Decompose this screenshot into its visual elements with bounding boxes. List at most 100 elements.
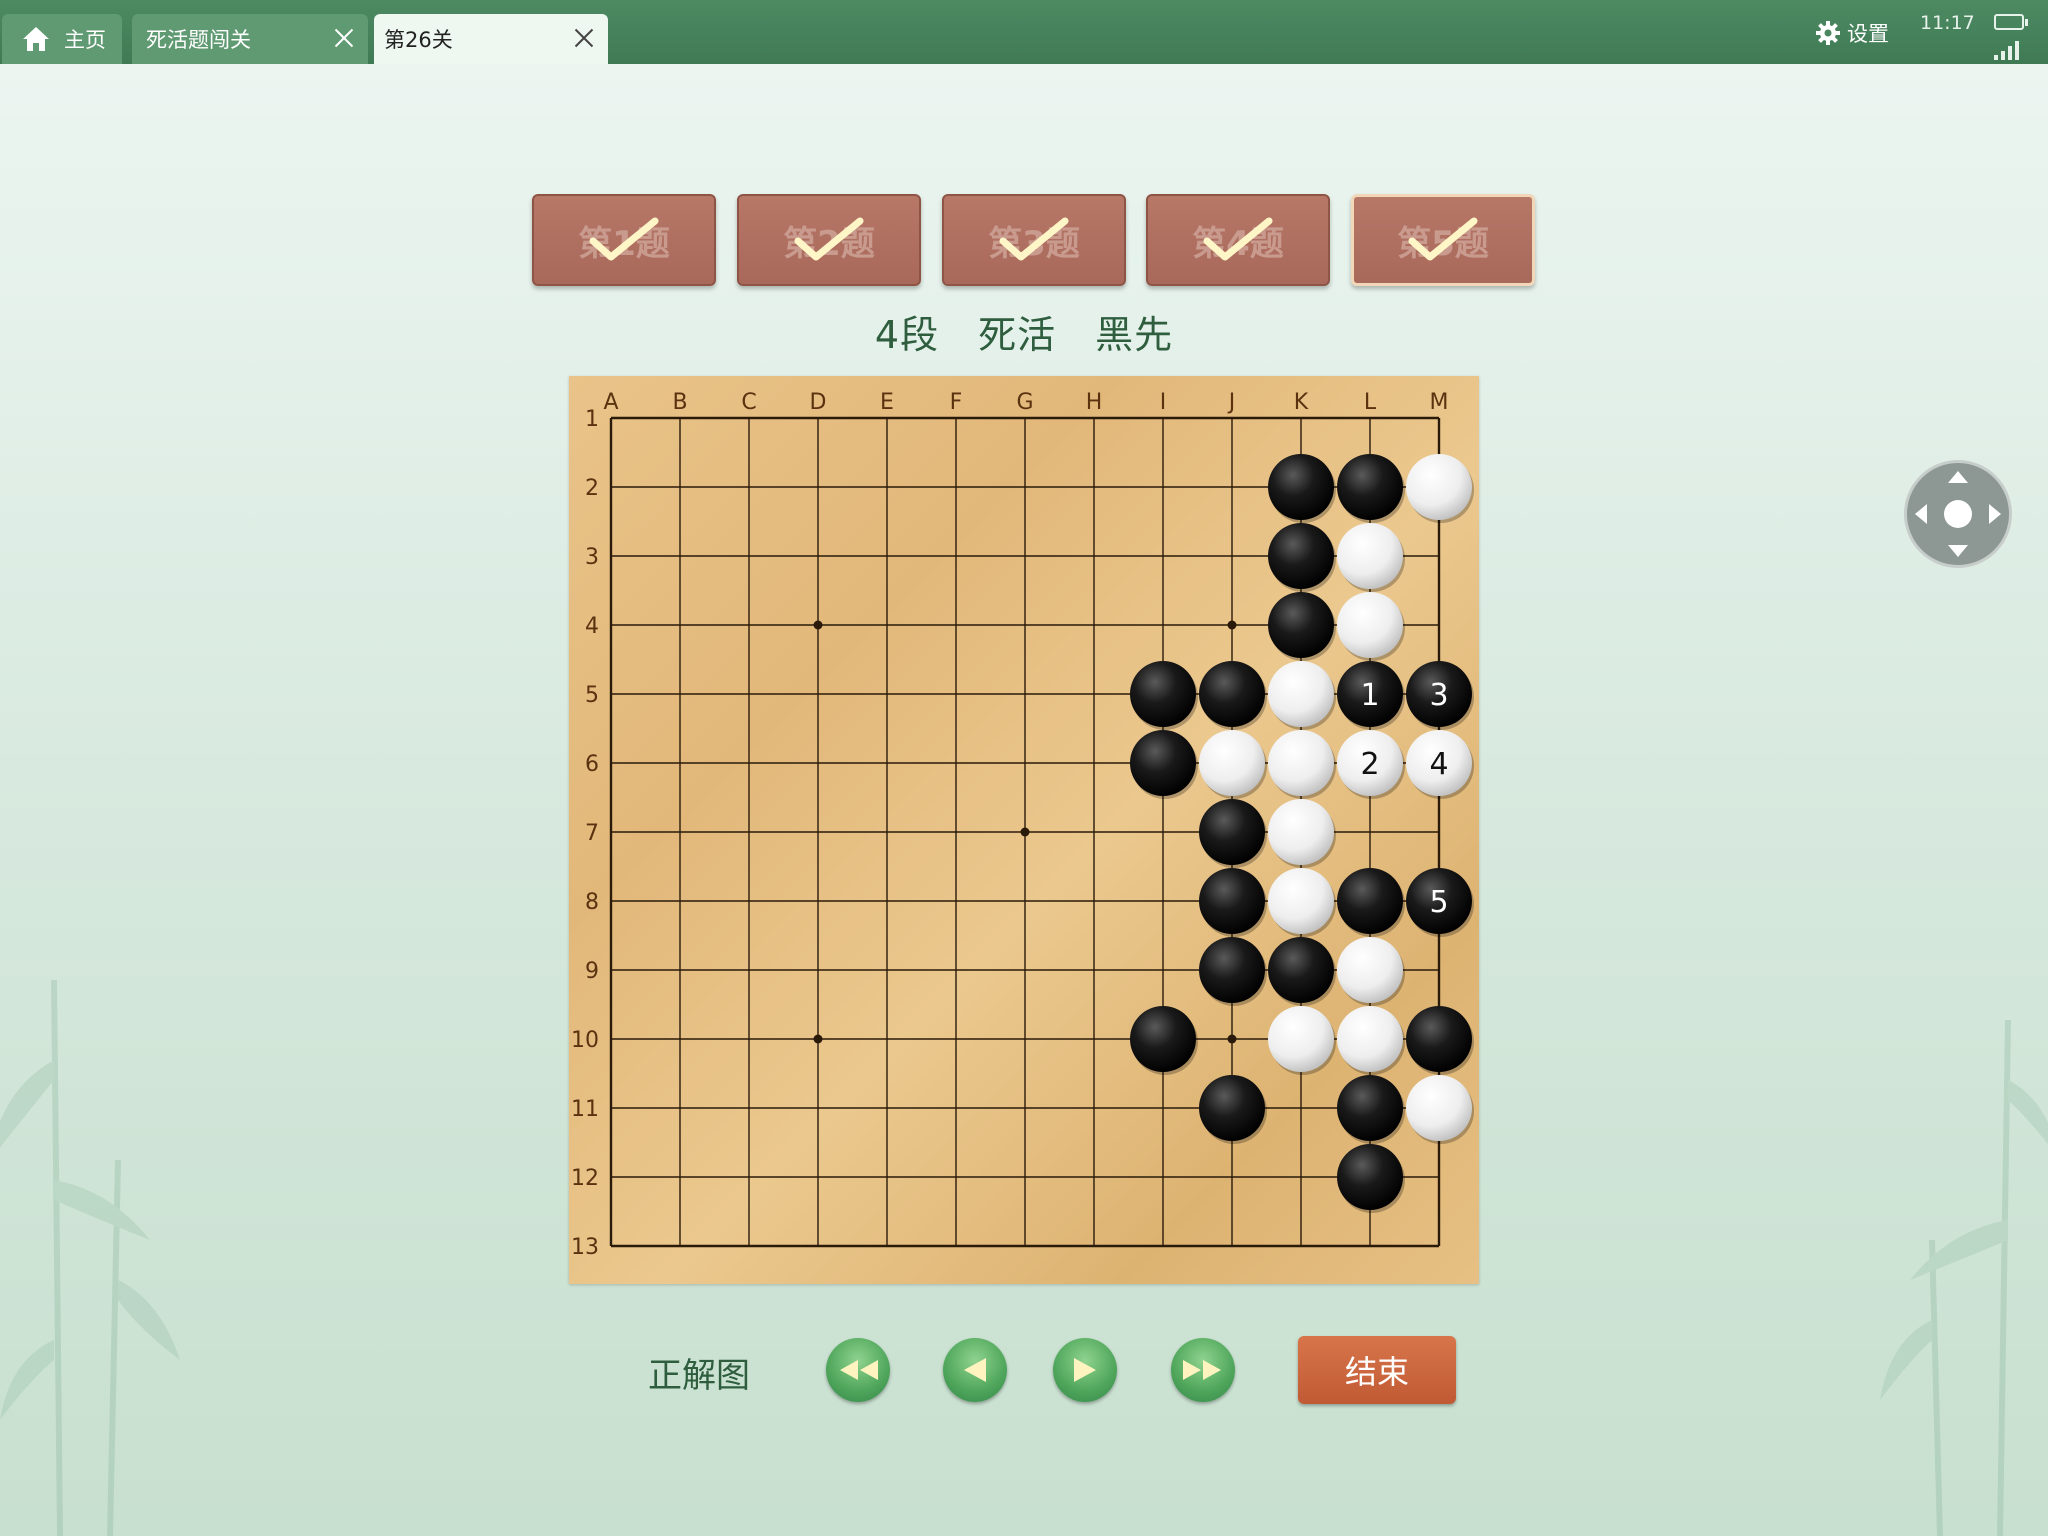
top-bar: 主页 死活题闯关 第26关 设置 11:17: [0, 0, 2048, 64]
black-stone: [1337, 1075, 1403, 1141]
row-label: 3: [585, 545, 599, 570]
tab-home-label: 主页: [64, 28, 106, 52]
black-stone: [1337, 454, 1403, 520]
column-label: L: [1364, 390, 1377, 415]
first-move-button[interactable]: [826, 1338, 890, 1402]
black-stone: [1199, 937, 1265, 1003]
go-board[interactable]: A B C D E F G H I J K L M 1 2 3 4 5 6 7 8 9 10 11 12 13 1 3 2 4 5: [569, 376, 1479, 1284]
check-icon: [1203, 217, 1273, 261]
tab-level-26[interactable]: 第26关: [374, 14, 608, 64]
answer-diagram-label: 正解图: [648, 1356, 750, 1396]
rewind-icon: [840, 1360, 878, 1380]
column-label: F: [950, 390, 963, 415]
question-1-button[interactable]: 第1题: [532, 194, 716, 286]
star-point: [1020, 827, 1030, 837]
check-icon: [999, 217, 1069, 261]
check-icon: [589, 217, 659, 261]
black-stone: [1268, 454, 1334, 520]
black-stone: [1337, 1144, 1403, 1210]
star-point: [813, 1034, 823, 1044]
row-label: 5: [585, 683, 599, 708]
board-grid: A B C D E F G H I J K L M123456789101112131 32 45: [571, 390, 1474, 1260]
black-stone: [1130, 730, 1196, 796]
black-stone: [1268, 523, 1334, 589]
black-stone: [1130, 1006, 1196, 1072]
settings-label: 设置: [1847, 22, 1889, 46]
white-stone: [1268, 1006, 1334, 1072]
signal-icon: [1994, 40, 2024, 60]
column-label: K: [1294, 390, 1309, 415]
black-stone: [1130, 661, 1196, 727]
check-icon: [794, 217, 864, 261]
row-label: 1: [585, 407, 599, 432]
black-stone: [1406, 1006, 1472, 1072]
row-label: 13: [571, 1235, 599, 1260]
move-number-label: 5: [1429, 885, 1448, 920]
white-stone: [1199, 730, 1265, 796]
previous-move-button[interactable]: [943, 1338, 1007, 1402]
question-5-button[interactable]: 第5题: [1351, 194, 1535, 286]
black-stone: [1268, 937, 1334, 1003]
column-label: A: [603, 390, 618, 415]
status-time: 11:17: [1920, 12, 1975, 34]
white-stone: [1337, 523, 1403, 589]
close-icon[interactable]: [332, 26, 356, 50]
white-stone: [1406, 454, 1472, 520]
fast-forward-icon: [1183, 1360, 1221, 1380]
close-icon[interactable]: [572, 26, 596, 50]
white-stone: [1337, 937, 1403, 1003]
gear-icon: [1816, 21, 1840, 45]
column-label: C: [741, 390, 756, 415]
settings-button[interactable]: 设置: [1815, 18, 1889, 48]
black-stone: [1199, 799, 1265, 865]
column-label: I: [1160, 390, 1167, 415]
question-2-button[interactable]: 第2题: [737, 194, 921, 286]
next-move-button[interactable]: [1053, 1338, 1117, 1402]
row-label: 8: [585, 890, 599, 915]
home-icon: [23, 27, 49, 51]
end-button[interactable]: 结束: [1298, 1336, 1456, 1404]
tab-home[interactable]: 主页: [2, 14, 122, 64]
column-label: J: [1227, 390, 1236, 415]
row-label: 7: [585, 821, 599, 846]
row-label: 12: [571, 1166, 599, 1191]
question-4-button[interactable]: 第4题: [1146, 194, 1330, 286]
white-stone: [1337, 592, 1403, 658]
star-point: [1227, 1034, 1237, 1044]
move-number-label: 1: [1360, 678, 1379, 713]
question-3-button[interactable]: 第3题: [942, 194, 1126, 286]
direction-pad[interactable]: [1904, 460, 2012, 568]
play-icon: [1074, 1358, 1096, 1382]
last-move-button[interactable]: [1171, 1338, 1235, 1402]
move-icon: [1915, 471, 2001, 557]
white-stone: [1268, 661, 1334, 727]
column-label: B: [672, 390, 687, 415]
black-stone: [1199, 868, 1265, 934]
column-label: G: [1016, 390, 1033, 415]
problem-title: 4段 死活 黑先: [874, 313, 1174, 357]
black-stone: [1199, 661, 1265, 727]
row-label: 9: [585, 959, 599, 984]
white-stone: [1268, 799, 1334, 865]
row-label: 10: [571, 1028, 599, 1053]
white-stone: [1406, 1075, 1472, 1141]
column-label: H: [1086, 390, 1103, 415]
tab-label: 死活题闯关: [146, 28, 251, 52]
star-point: [1227, 620, 1237, 630]
row-label: 2: [585, 476, 599, 501]
column-label: E: [880, 390, 894, 415]
bamboo-decoration-right: [1880, 1019, 2048, 1536]
battery-icon: [1994, 14, 2028, 30]
black-stone: [1199, 1075, 1265, 1141]
black-stone: [1268, 592, 1334, 658]
check-icon: [1408, 217, 1478, 261]
column-label: D: [810, 390, 827, 415]
move-number-label: 2: [1360, 747, 1379, 782]
tab-label: 第26关: [384, 28, 453, 52]
tab-death-life-challenge[interactable]: 死活题闯关: [132, 14, 368, 64]
bamboo-decoration-left: [0, 979, 180, 1536]
move-number-label: 4: [1429, 747, 1448, 782]
column-label: M: [1430, 390, 1449, 415]
back-icon: [964, 1358, 986, 1382]
star-point: [813, 620, 823, 630]
